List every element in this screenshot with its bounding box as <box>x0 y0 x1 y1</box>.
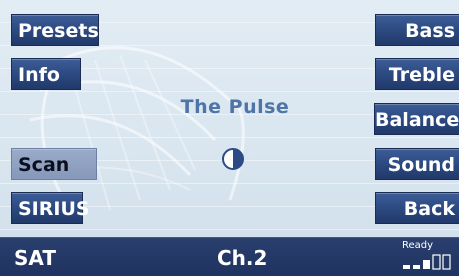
half-circle-icon <box>222 148 244 170</box>
sirius-button[interactable]: SIRIUS <box>11 192 90 224</box>
status-bar: SAT Ch.2 Ready <box>0 237 459 276</box>
ready-label: Ready <box>402 240 434 251</box>
source-label: SAT <box>14 246 56 270</box>
bass-button[interactable]: Bass <box>375 14 459 46</box>
balance-button[interactable]: Balance <box>374 103 459 135</box>
sound-button[interactable]: Sound <box>375 148 459 180</box>
scan-button[interactable]: Scan <box>11 148 97 180</box>
radio-screen: Presets Info Scan SIRIUS Bass Treble Bal… <box>0 0 459 276</box>
back-button[interactable]: Back <box>375 192 459 224</box>
info-button[interactable]: Info <box>11 58 81 90</box>
treble-button[interactable]: Treble <box>375 58 459 90</box>
station-name: The Pulse <box>180 96 290 118</box>
signal-strength-icon <box>403 254 451 270</box>
channel-label: Ch.2 <box>217 246 268 270</box>
presets-button[interactable]: Presets <box>11 14 99 46</box>
